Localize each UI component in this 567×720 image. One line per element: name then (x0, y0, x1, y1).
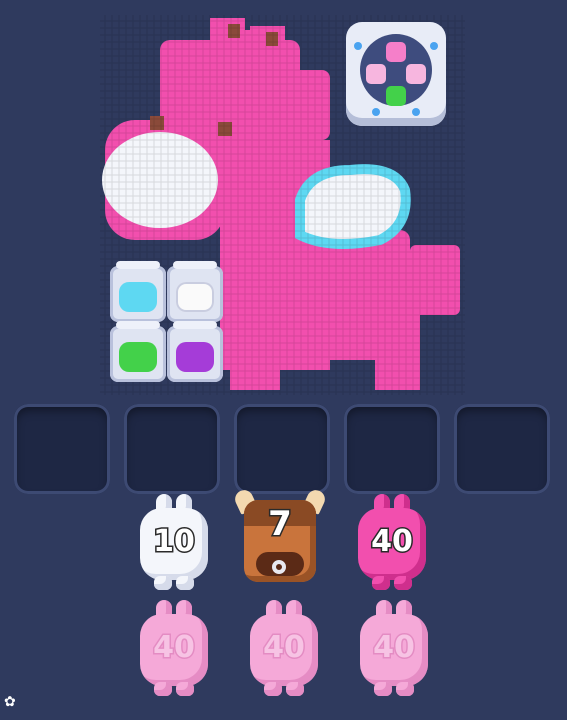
pig-count: 40 (262, 629, 307, 667)
bean-jar-purple[interactable] (167, 321, 223, 382)
pink-pig[interactable]: 40 (354, 494, 430, 594)
bull-count: 7 (267, 503, 294, 546)
nose-ring-icon (272, 560, 286, 574)
slot-4[interactable] (344, 404, 440, 494)
pig-count: 40 (370, 523, 415, 561)
slot-2[interactable] (124, 404, 220, 494)
cyan-beans (119, 282, 157, 312)
pig-count: 40 (372, 629, 417, 667)
slot-1[interactable] (14, 404, 110, 494)
pixel-art-board (100, 15, 465, 395)
bean-jar-white[interactable] (167, 261, 223, 322)
green-beans (119, 342, 157, 372)
pink-pig-queued: 40 (246, 600, 322, 700)
pig-count: 40 (152, 629, 197, 667)
powerup-button[interactable] (346, 22, 446, 126)
gear-icon[interactable]: ✿ (4, 694, 16, 710)
bean-jar-green[interactable] (110, 321, 166, 382)
slot-5[interactable] (454, 404, 550, 494)
bull-block[interactable]: 7 (232, 487, 328, 590)
white-pig[interactable]: 10 (136, 494, 212, 594)
white-beans (176, 282, 214, 312)
pink-pig-queued: 40 (136, 600, 212, 700)
pink-pig-queued: 40 (356, 600, 432, 700)
pig-count: 10 (152, 523, 197, 561)
bean-jar-cyan[interactable] (110, 261, 166, 322)
slot-3[interactable] (234, 404, 330, 494)
purple-beans (176, 342, 214, 372)
